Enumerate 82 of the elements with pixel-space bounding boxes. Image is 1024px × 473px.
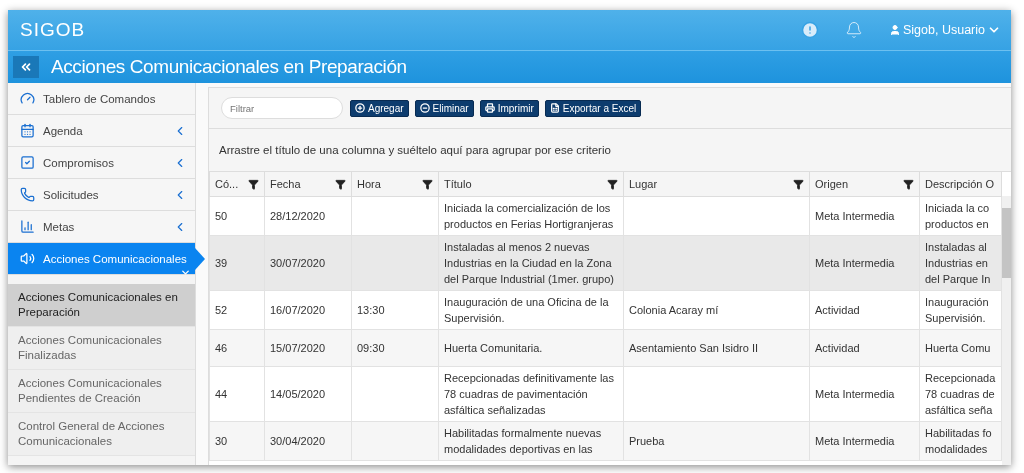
user-icon (889, 24, 901, 36)
submenu-item[interactable]: Acciones Comunicacionales Pendientes de Creación (8, 370, 195, 413)
checkbox-icon (20, 155, 35, 170)
table-cell: 50 (209, 196, 265, 236)
table-cell: Prueba (623, 421, 810, 461)
bar-chart-icon (20, 219, 35, 234)
plus-circle-icon (355, 103, 365, 113)
page-title: Acciones Comunicacionales en Preparación (51, 56, 407, 78)
table-cell: Habilitadas fo modalidades (919, 421, 1002, 461)
column-header[interactable]: Descripción O (919, 172, 1002, 197)
toolbar-button[interactable]: Agregar (350, 99, 409, 117)
table-cell: 30/07/2020 (264, 235, 352, 291)
filter-icon[interactable] (248, 178, 259, 190)
double-chevron-icon (19, 60, 33, 74)
table-cell: Huerta Comunitaria. (438, 329, 624, 367)
table-cell: 14/05/2020 (264, 366, 352, 422)
table-cell: Actividad (809, 329, 920, 367)
table-row[interactable]: 46 15/07/2020 09:30 Huerta Comunitaria. Asentamiento San Isidro II Actividad Huerta Comu (209, 329, 1002, 367)
speaker-icon (20, 251, 35, 266)
table-cell: Iniciada la comercialización de los productos en Ferias Hortigranjeras (438, 196, 624, 236)
table-row[interactable]: 50 28/12/2020 Iniciada la comercialización de los productos en Ferias Hortigranjeras Meta Intermedia Iniciada la co productos en (209, 196, 1002, 236)
table-cell: Huerta Comu (919, 329, 1002, 367)
filter-icon[interactable] (903, 178, 914, 190)
table-row[interactable]: 52 16/07/2020 13:30 Inauguración de una Oficina de la Supervisión. Colonia Acaray mí Actividad Inauguración Supervisión. (209, 290, 1002, 330)
column-header[interactable]: Origen (809, 172, 920, 197)
brand-logo: SIGOB (20, 19, 87, 41)
spreadsheet-icon (549, 103, 560, 113)
table-cell: Recepcionadas definitivamente las 78 cuadras de pavimentación asfáltica señalizadas (438, 366, 624, 422)
table-cell: 52 (209, 290, 265, 330)
minus-circle-icon (419, 103, 430, 113)
calendar-icon (20, 123, 35, 138)
table-cell: Meta Intermedia (809, 196, 920, 236)
column-header[interactable]: Fecha (264, 172, 352, 197)
column-header[interactable]: Có... (209, 172, 265, 197)
table-cell: 39 (209, 235, 265, 291)
toolbar-button[interactable]: Exportar a Excel (544, 99, 642, 117)
filter-icon[interactable] (335, 178, 346, 190)
table-cell: 09:30 (351, 329, 439, 367)
table-cell: 44 (209, 366, 265, 422)
phone-icon (20, 187, 35, 202)
filter-icon[interactable] (422, 178, 433, 190)
table-cell: Meta Intermedia (809, 421, 920, 461)
filter-icon[interactable] (607, 178, 618, 190)
table-cell: Actividad (809, 290, 920, 330)
table-cell: 28/12/2020 (264, 196, 352, 236)
table-cell: Inauguración de una Oficina de la Supervisión. (438, 290, 624, 330)
table-cell: Asentamiento San Isidro II (623, 329, 810, 367)
table-row[interactable]: 30 30/04/2020 Habilitadas formalmente nuevas modalidades deportivas en las Prueba Meta Intermedia Habilitadas fo modalidades (209, 421, 1002, 461)
table-cell: 16/07/2020 (264, 290, 352, 330)
table-cell: Meta Intermedia (809, 235, 920, 291)
filter-field[interactable]: Filtrar (221, 97, 343, 119)
table-cell: Instaladas al Industrias en del Parque In (919, 235, 1002, 291)
collapse-button[interactable] (13, 56, 39, 78)
table-cell: 13:30 (351, 290, 439, 330)
scrollbar-thumb[interactable] (1002, 208, 1011, 278)
column-header[interactable]: Lugar (623, 172, 810, 197)
table-cell: Colonia Acaray mí (623, 290, 810, 330)
column-header[interactable]: Hora (351, 172, 439, 197)
bell-glyph-icon (845, 21, 863, 39)
toolbar-button[interactable]: Imprimir (479, 99, 539, 117)
submenu-item[interactable]: Acciones Comunicacionales en Preparación (8, 284, 195, 327)
toolbar-button[interactable]: Eliminar (414, 99, 474, 117)
table-cell: Inauguración Supervisión. (919, 290, 1002, 330)
table-cell: 15/07/2020 (264, 329, 352, 367)
table-cell: 46 (209, 329, 265, 367)
gauge-icon (20, 91, 35, 106)
scrollbar[interactable] (1002, 196, 1011, 465)
table-row[interactable]: 39 30/07/2020 Instaladas al menos 2 nuevas Industrias en la Ciudad en la Zona del Parque Industrial (1mer. grupo) Meta Intermedia Instaladas al Industrias en del Parque In (209, 235, 1002, 291)
column-header[interactable]: Título (438, 172, 624, 197)
submenu-item[interactable]: Acciones Comunicacionales Finalizadas (8, 327, 195, 370)
table-cell: Habilitadas formalmente nuevas modalidades deportivas en las (438, 421, 624, 461)
alert-glyph-icon (801, 21, 819, 39)
submenu-item[interactable]: Control General de Acciones Comunicacionales (8, 413, 195, 456)
filter-icon[interactable] (793, 178, 804, 190)
table-cell: Instaladas al menos 2 nuevas Industrias en la Ciudad en la Zona del Parque Industrial (1mer. grupo) (438, 235, 624, 291)
table-row[interactable]: 44 14/05/2020 Recepcionadas definitivamente las 78 cuadras de pavimentación asfáltica señalizadas Meta Intermedia Recepcionada 78 cuadras de asfáltica seña (209, 366, 1002, 422)
table-cell: Recepcionada 78 cuadras de asfáltica seña (919, 366, 1002, 422)
table-cell: Iniciada la co productos en (919, 196, 1002, 236)
table-cell: 30 (209, 421, 265, 461)
printer-icon (484, 103, 495, 113)
table-cell: Meta Intermedia (809, 366, 920, 422)
table-cell: 30/04/2020 (264, 421, 352, 461)
